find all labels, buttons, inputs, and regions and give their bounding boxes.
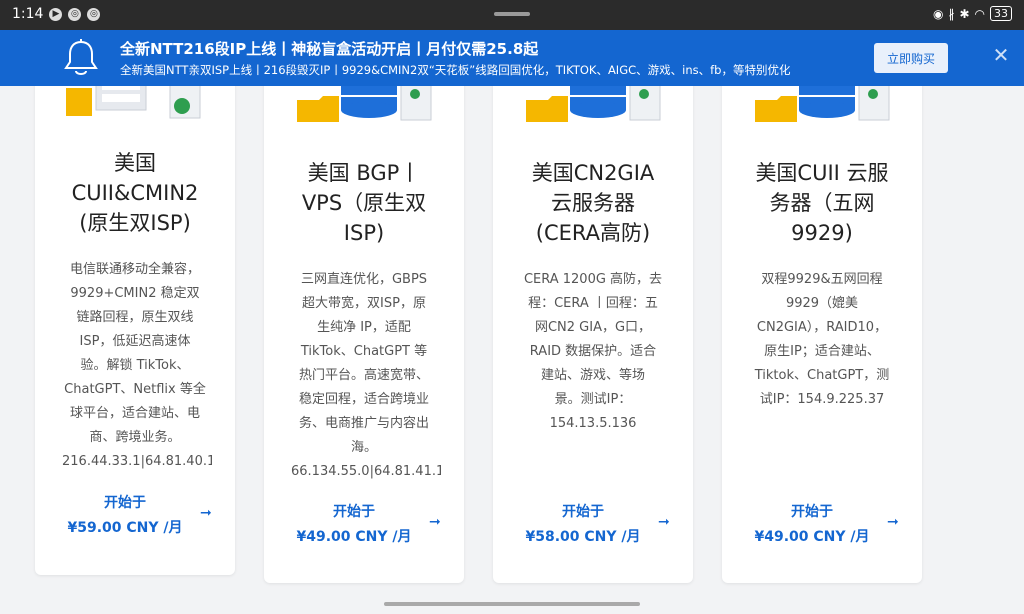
desc-line: ChatGPT、Netflix 等全 bbox=[64, 382, 206, 397]
desc-line: 超大带宽，双ISP，原 bbox=[302, 296, 426, 311]
home-indicator[interactable] bbox=[384, 602, 640, 606]
card-description: 电信联通移动全兼容， 9929+CMIN2 稳定双 链路回程，原生双线 ISP，… bbox=[57, 258, 213, 474]
product-card[interactable]: 美国CN2GIA 云服务器 (CERA高防) CERA 1200G 高防，去 程… bbox=[493, 86, 693, 583]
card-title: 美国CN2GIA 云服务器 (CERA高防) bbox=[503, 158, 683, 248]
desc-line: 双程9929&五网回程 bbox=[761, 272, 883, 287]
bluetooth-icon: ✱ bbox=[959, 6, 970, 21]
card-title: 美国CUII 云服 务器（五网 9929) bbox=[732, 158, 912, 248]
database-illustration bbox=[297, 86, 432, 122]
desc-line: RAID 数据保护。适合 bbox=[529, 344, 657, 359]
database-illustration bbox=[755, 86, 890, 122]
card-title-line: (CERA高防) bbox=[535, 221, 651, 245]
desc-line: 景。测试IP： bbox=[554, 392, 632, 407]
promo-banner: 全新NTT216段IP上线丨神秘盲盒活动开启丨月付仅需25.8起 全新美国NTT… bbox=[0, 30, 1024, 86]
desc-line: 热门平台。高速宽带、 bbox=[298, 368, 429, 383]
product-card[interactable]: 美国CUII 云服 务器（五网 9929) 双程9929&五网回程 9929（媲… bbox=[722, 86, 922, 583]
status-bar-right: ◉ ∦ ✱ ◠ 33 bbox=[933, 6, 1012, 21]
desc-line: 稳定回程，适合跨境业 bbox=[298, 392, 429, 407]
desc-line: CN2GIA），RAID10， bbox=[756, 320, 888, 335]
starting-at-label: 开始于 bbox=[562, 504, 604, 520]
server-illustration bbox=[66, 86, 201, 119]
product-card[interactable]: 美国 CUII&CMIN2 (原生双ISP) 电信联通移动全兼容， 9929+C… bbox=[35, 86, 235, 575]
desc-line: 三网直连优化，GBPS bbox=[300, 272, 428, 287]
card-title-line: 美国CUII 云服 bbox=[755, 161, 889, 185]
wifi-icon: ◠ bbox=[974, 6, 985, 21]
desc-line: 原生IP；适合建站、 bbox=[764, 344, 880, 359]
arrow-right-icon[interactable]: ➞ bbox=[887, 514, 907, 530]
desc-line: CERA 1200G 高防，去 bbox=[523, 272, 663, 287]
desc-line: Tiktok、ChatGPT，测 bbox=[754, 368, 890, 383]
desc-line: 球平台，适合建站、电 bbox=[69, 406, 200, 421]
price-label: ¥59.00 CNY /月 bbox=[67, 520, 183, 536]
desc-line: 程：CERA 丨回程：五 bbox=[528, 296, 658, 311]
desc-line: 154.13.5.136 bbox=[549, 416, 637, 431]
vibrate-icon: ∦ bbox=[948, 6, 955, 21]
database-illustration bbox=[526, 86, 661, 122]
desc-line: 网CN2 GIA，G口， bbox=[534, 320, 652, 335]
card-description: 双程9929&五网回程 9929（媲美 CN2GIA），RAID10， 原生IP… bbox=[744, 268, 900, 412]
arrow-right-icon[interactable]: ➞ bbox=[658, 514, 678, 530]
clock: 1:14 bbox=[12, 6, 44, 22]
desc-line: TikTok、ChatGPT 等 bbox=[300, 344, 428, 359]
banner-subtitle: 全新美国NTT亲双ISP上线丨216段毁灭IP丨9929&CMIN2双“天花板”… bbox=[120, 63, 791, 77]
status-bar: 1:14 ▶ ◎ ◎ ◉ ∦ ✱ ◠ 33 bbox=[0, 0, 1024, 30]
card-title-line: CUII&CMIN2 bbox=[71, 181, 199, 205]
card-title: 美国 CUII&CMIN2 (原生双ISP) bbox=[45, 148, 225, 238]
bell-icon bbox=[64, 39, 98, 75]
desc-line: 试IP：154.9.225.37 bbox=[759, 392, 885, 407]
card-description: 三网直连优化，GBPS 超大带宽，双ISP，原 生纯净 IP，适配 TikTok… bbox=[286, 268, 442, 484]
price-label: ¥58.00 CNY /月 bbox=[525, 529, 641, 545]
product-list: 美国 CUII&CMIN2 (原生双ISP) 电信联通移动全兼容， 9929+C… bbox=[0, 86, 1024, 606]
eye-icon: ◉ bbox=[932, 6, 944, 21]
desc-line: 链路回程，原生双线 bbox=[76, 310, 194, 325]
test-ip-list: 66.134.55.0|64.81.41.1|38.244.4 bbox=[291, 464, 441, 479]
desc-line: 海。 bbox=[350, 440, 377, 455]
desc-line: 建站、游戏、等场 bbox=[540, 368, 645, 383]
starting-at-label: 开始于 bbox=[333, 504, 375, 520]
desc-line: 务、电商推广与内容出 bbox=[298, 416, 429, 431]
test-ip-list: 216.44.33.1|64.81.40.1|38.244.4 bbox=[62, 454, 212, 469]
close-icon[interactable]: ✕ bbox=[990, 44, 1012, 66]
product-card[interactable]: 美国 BGP丨 VPS（原生双 ISP) 三网直连优化，GBPS 超大带宽，双I… bbox=[264, 86, 464, 583]
card-title-line: 9929) bbox=[791, 221, 853, 245]
card-title-line: VPS（原生双 bbox=[301, 191, 427, 215]
card-title-line: ISP) bbox=[343, 221, 385, 245]
desc-line: ISP，低延迟高速体 bbox=[79, 334, 191, 349]
desc-line: 电信联通移动全兼容， bbox=[69, 262, 200, 277]
battery-indicator: 33 bbox=[990, 6, 1012, 21]
price-label: ¥49.00 CNY /月 bbox=[754, 529, 870, 545]
price-label: ¥49.00 CNY /月 bbox=[296, 529, 412, 545]
card-title-line: 务器（五网 bbox=[769, 191, 875, 215]
banner-title: 全新NTT216段IP上线丨神秘盲盒活动开启丨月付仅需25.8起 bbox=[120, 40, 539, 58]
arrow-right-icon[interactable]: ➞ bbox=[200, 505, 220, 521]
card-title-line: 美国 bbox=[114, 151, 156, 175]
starting-at-label: 开始于 bbox=[104, 495, 146, 511]
chrome-icon-2: ◎ bbox=[87, 7, 101, 21]
desc-line: 9929+CMIN2 稳定双 bbox=[70, 286, 200, 301]
card-title-line: 云服务器 bbox=[551, 191, 635, 215]
card-title-line: (原生双ISP) bbox=[79, 211, 191, 235]
card-title: 美国 BGP丨 VPS（原生双 ISP) bbox=[274, 158, 454, 248]
buy-now-button[interactable]: 立即购买 bbox=[874, 43, 948, 73]
desc-line: 生纯净 IP，适配 bbox=[317, 320, 411, 335]
card-description: CERA 1200G 高防，去 程：CERA 丨回程：五 网CN2 GIA，G口… bbox=[515, 268, 671, 436]
arrow-right-icon[interactable]: ➞ bbox=[429, 514, 449, 530]
window-handle[interactable] bbox=[494, 12, 530, 16]
desc-line: 商、跨境业务。 bbox=[89, 430, 181, 445]
starting-at-label: 开始于 bbox=[791, 504, 833, 520]
card-title-line: 美国CN2GIA bbox=[531, 161, 655, 185]
desc-line: 9929（媲美 bbox=[785, 296, 859, 311]
youtube-icon: ▶ bbox=[49, 7, 63, 21]
chrome-icon: ◎ bbox=[68, 7, 82, 21]
status-bar-left: 1:14 ▶ ◎ ◎ bbox=[12, 6, 101, 22]
desc-line: 验。解锁 TikTok、 bbox=[80, 358, 190, 373]
card-title-line: 美国 BGP丨 bbox=[307, 161, 421, 185]
